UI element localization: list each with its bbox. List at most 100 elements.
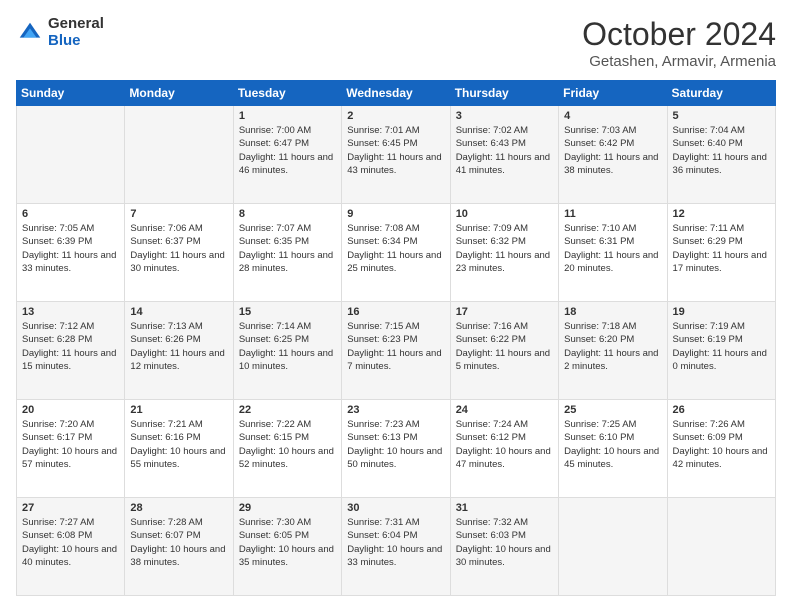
calendar-week-row: 27Sunrise: 7:27 AMSunset: 6:08 PMDayligh… [17, 498, 776, 596]
day-header-tuesday: Tuesday [233, 81, 341, 106]
day-number: 30 [347, 502, 444, 514]
calendar-cell: 1Sunrise: 7:00 AMSunset: 6:47 PMDaylight… [233, 106, 341, 204]
day-info: Sunrise: 7:04 AMSunset: 6:40 PMDaylight:… [673, 124, 770, 177]
day-number: 19 [673, 306, 770, 318]
calendar-cell: 12 Sunrise: 7:11 AMSunset: 6:29 PMDayligh… [667, 204, 775, 302]
calendar-cell: 11 Sunrise: 7:10 AMSunset: 6:31 PMDayligh… [559, 204, 667, 302]
calendar-cell: 20 Sunrise: 7:20 AMSunset: 6:17 PMDayligh… [17, 400, 125, 498]
logo-icon [16, 19, 44, 47]
header: General Blue October 2024 Getashen, Arma… [16, 16, 776, 70]
day-number: 27 [22, 502, 119, 514]
calendar-cell: 28 Sunrise: 7:28 AMSunset: 6:07 PMDayligh… [125, 498, 233, 596]
day-info: Sunrise: 7:25 AMSunset: 6:10 PMDaylight:… [564, 418, 661, 471]
calendar-cell: 16Sunrise: 7:15 AMSunset: 6:23 PMDayligh… [342, 302, 450, 400]
day-info: Sunrise: 7:22 AMSunset: 6:15 PMDaylight:… [239, 418, 336, 471]
calendar-cell: 26 Sunrise: 7:26 AMSunset: 6:09 PMDayligh… [667, 400, 775, 498]
calendar-cell: 29 Sunrise: 7:30 AMSunset: 6:05 PMDayligh… [233, 498, 341, 596]
calendar-week-row: 1Sunrise: 7:00 AMSunset: 6:47 PMDaylight… [17, 106, 776, 204]
day-info: Sunrise: 7:02 AMSunset: 6:43 PMDaylight:… [456, 124, 553, 177]
day-number: 15 [239, 306, 336, 318]
day-number: 14 [130, 306, 227, 318]
calendar-cell: 14 Sunrise: 7:13 AMSunset: 6:26 PMDayligh… [125, 302, 233, 400]
day-number: 29 [239, 502, 336, 514]
calendar-cell [667, 498, 775, 596]
day-info: Sunrise: 7:14 AMSunset: 6:25 PMDaylight:… [239, 320, 336, 373]
day-info: Sunrise: 7:19 AMSunset: 6:19 PMDaylight:… [673, 320, 770, 373]
calendar-cell [559, 498, 667, 596]
calendar-cell: 25 Sunrise: 7:25 AMSunset: 6:10 PMDayligh… [559, 400, 667, 498]
calendar-cell: 5 Sunrise: 7:04 AMSunset: 6:40 PMDaylight… [667, 106, 775, 204]
calendar-cell: 23Sunrise: 7:23 AMSunset: 6:13 PMDayligh… [342, 400, 450, 498]
day-number: 26 [673, 404, 770, 416]
day-info: Sunrise: 7:16 AMSunset: 6:22 PMDaylight:… [456, 320, 553, 373]
calendar-cell: 15 Sunrise: 7:14 AMSunset: 6:25 PMDayligh… [233, 302, 341, 400]
day-header-friday: Friday [559, 81, 667, 106]
day-number: 11 [564, 208, 661, 220]
calendar-cell: 27Sunrise: 7:27 AMSunset: 6:08 PMDayligh… [17, 498, 125, 596]
title-block: October 2024 Getashen, Armavir, Armenia [582, 16, 776, 70]
calendar-cell: 17 Sunrise: 7:16 AMSunset: 6:22 PMDayligh… [450, 302, 558, 400]
day-info: Sunrise: 7:15 AMSunset: 6:23 PMDaylight:… [347, 320, 444, 373]
day-info: Sunrise: 7:30 AMSunset: 6:05 PMDaylight:… [239, 516, 336, 569]
day-number: 5 [673, 110, 770, 122]
day-header-saturday: Saturday [667, 81, 775, 106]
day-header-wednesday: Wednesday [342, 81, 450, 106]
day-info: Sunrise: 7:20 AMSunset: 6:17 PMDaylight:… [22, 418, 119, 471]
calendar-cell: 13Sunrise: 7:12 AMSunset: 6:28 PMDayligh… [17, 302, 125, 400]
day-number: 12 [673, 208, 770, 220]
calendar-cell: 4Sunrise: 7:03 AMSunset: 6:42 PMDaylight… [559, 106, 667, 204]
calendar-cell: 18Sunrise: 7:18 AMSunset: 6:20 PMDayligh… [559, 302, 667, 400]
day-info: Sunrise: 7:21 AMSunset: 6:16 PMDaylight:… [130, 418, 227, 471]
page: General Blue October 2024 Getashen, Arma… [0, 0, 792, 612]
calendar-cell: 22 Sunrise: 7:22 AMSunset: 6:15 PMDayligh… [233, 400, 341, 498]
day-header-sunday: Sunday [17, 81, 125, 106]
day-info: Sunrise: 7:24 AMSunset: 6:12 PMDaylight:… [456, 418, 553, 471]
day-info: Sunrise: 7:06 AMSunset: 6:37 PMDaylight:… [130, 222, 227, 275]
day-number: 7 [130, 208, 227, 220]
logo-blue: Blue [48, 33, 104, 50]
day-info: Sunrise: 7:31 AMSunset: 6:04 PMDaylight:… [347, 516, 444, 569]
day-info: Sunrise: 7:10 AMSunset: 6:31 PMDaylight:… [564, 222, 661, 275]
calendar-cell: 21Sunrise: 7:21 AMSunset: 6:16 PMDayligh… [125, 400, 233, 498]
calendar-cell: 30 Sunrise: 7:31 AMSunset: 6:04 PMDayligh… [342, 498, 450, 596]
calendar-cell: 6Sunrise: 7:05 AMSunset: 6:39 PMDaylight… [17, 204, 125, 302]
calendar-cell: 31Sunrise: 7:32 AMSunset: 6:03 PMDayligh… [450, 498, 558, 596]
calendar-week-row: 6Sunrise: 7:05 AMSunset: 6:39 PMDaylight… [17, 204, 776, 302]
day-info: Sunrise: 7:13 AMSunset: 6:26 PMDaylight:… [130, 320, 227, 373]
day-info: Sunrise: 7:03 AMSunset: 6:42 PMDaylight:… [564, 124, 661, 177]
day-number: 9 [347, 208, 444, 220]
day-number: 17 [456, 306, 553, 318]
day-number: 25 [564, 404, 661, 416]
calendar-week-row: 13Sunrise: 7:12 AMSunset: 6:28 PMDayligh… [17, 302, 776, 400]
day-number: 20 [22, 404, 119, 416]
calendar-header-row: SundayMondayTuesdayWednesdayThursdayFrid… [17, 81, 776, 106]
logo: General Blue [16, 16, 104, 49]
calendar-cell: 3Sunrise: 7:02 AMSunset: 6:43 PMDaylight… [450, 106, 558, 204]
calendar-week-row: 20 Sunrise: 7:20 AMSunset: 6:17 PMDayligh… [17, 400, 776, 498]
day-info: Sunrise: 7:07 AMSunset: 6:35 PMDaylight:… [239, 222, 336, 275]
day-number: 22 [239, 404, 336, 416]
day-number: 23 [347, 404, 444, 416]
logo-general: General [48, 16, 104, 33]
calendar-cell: 7 Sunrise: 7:06 AMSunset: 6:37 PMDaylight… [125, 204, 233, 302]
day-header-monday: Monday [125, 81, 233, 106]
day-info: Sunrise: 7:26 AMSunset: 6:09 PMDaylight:… [673, 418, 770, 471]
day-number: 28 [130, 502, 227, 514]
day-number: 10 [456, 208, 553, 220]
day-info: Sunrise: 7:18 AMSunset: 6:20 PMDaylight:… [564, 320, 661, 373]
day-info: Sunrise: 7:00 AMSunset: 6:47 PMDaylight:… [239, 124, 336, 177]
day-info: Sunrise: 7:28 AMSunset: 6:07 PMDaylight:… [130, 516, 227, 569]
day-info: Sunrise: 7:08 AMSunset: 6:34 PMDaylight:… [347, 222, 444, 275]
calendar-cell [125, 106, 233, 204]
day-number: 2 [347, 110, 444, 122]
day-info: Sunrise: 7:05 AMSunset: 6:39 PMDaylight:… [22, 222, 119, 275]
day-info: Sunrise: 7:09 AMSunset: 6:32 PMDaylight:… [456, 222, 553, 275]
day-header-thursday: Thursday [450, 81, 558, 106]
day-info: Sunrise: 7:11 AMSunset: 6:29 PMDaylight:… [673, 222, 770, 275]
calendar-table: SundayMondayTuesdayWednesdayThursdayFrid… [16, 80, 776, 596]
day-number: 31 [456, 502, 553, 514]
calendar-cell: 10 Sunrise: 7:09 AMSunset: 6:32 PMDayligh… [450, 204, 558, 302]
logo-text: General Blue [48, 16, 104, 49]
calendar-cell: 19 Sunrise: 7:19 AMSunset: 6:19 PMDayligh… [667, 302, 775, 400]
day-info: Sunrise: 7:12 AMSunset: 6:28 PMDaylight:… [22, 320, 119, 373]
